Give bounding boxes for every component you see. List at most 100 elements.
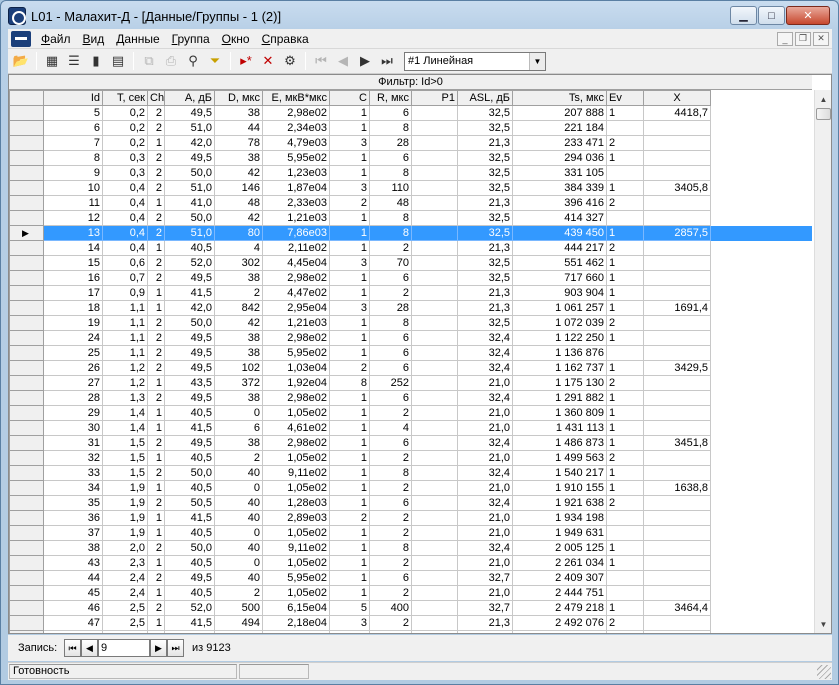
cell-d[interactable]: 38: [214, 105, 263, 121]
cell-a[interactable]: 50,0: [164, 210, 215, 226]
cell-ch[interactable]: 2: [147, 345, 165, 361]
cell-p1[interactable]: [411, 420, 458, 436]
cell-t[interactable]: 0,4: [102, 210, 148, 226]
table-row[interactable]: 26 1,2 2 49,5 102 1,03e04 2 6 32,4 1 162 737 1 3429…: [9, 360, 813, 376]
table-row[interactable]: 24 1,1 2 49,5 38 2,98e02 1 6 32,4 1 122 250 1: [9, 330, 813, 346]
cell-e[interactable]: 2,98e02: [262, 435, 330, 451]
cell-ts[interactable]: 1 921 638: [512, 495, 607, 511]
column-header-x[interactable]: X: [643, 90, 711, 106]
cell-ch[interactable]: 1: [147, 135, 165, 151]
table-row[interactable]: 34 1,9 1 40,5 0 1,05e02 1 2 21,0 1 910 155 1 1638,8: [9, 480, 813, 496]
cell-c[interactable]: 1: [329, 465, 370, 481]
cell-r[interactable]: 6: [369, 330, 412, 346]
cell-x[interactable]: [643, 570, 711, 586]
cell-r[interactable]: 6: [369, 270, 412, 286]
cell-a[interactable]: 49,5: [164, 435, 215, 451]
cell-c[interactable]: 2: [329, 510, 370, 526]
cell-d[interactable]: 302: [214, 255, 263, 271]
last-record-button[interactable]: ⏭: [167, 639, 184, 657]
cell-p1[interactable]: [411, 105, 458, 121]
next-record-icon[interactable]: ▶: [354, 50, 376, 72]
cell-d[interactable]: 78: [214, 135, 263, 151]
cell-t[interactable]: 0,7: [102, 270, 148, 286]
cell-a[interactable]: 51,0: [164, 225, 215, 241]
cell-e[interactable]: 1,28e03: [262, 495, 330, 511]
cell-r[interactable]: 8: [369, 315, 412, 331]
cell-ts[interactable]: 1 360 809: [512, 405, 607, 421]
cell-asl[interactable]: 32,7: [457, 570, 513, 586]
cell-ts[interactable]: 207 888: [512, 105, 607, 121]
table-row[interactable]: 36 1,9 1 41,5 40 2,89e03 2 2 21,0 1 934 198: [9, 510, 813, 526]
cell-c[interactable]: 1: [329, 270, 370, 286]
table-row[interactable]: 38 2,0 2 50,0 40 9,11e02 1 8 32,4 2 005 125 1: [9, 540, 813, 556]
row-indicator[interactable]: [9, 600, 44, 616]
cell-asl[interactable]: 32,5: [457, 315, 513, 331]
cell-e[interactable]: 1,92e04: [262, 375, 330, 391]
cell-t[interactable]: 2,4: [102, 570, 148, 586]
cell-id[interactable]: 31: [43, 435, 103, 451]
table-row[interactable]: 44 2,4 2 49,5 40 5,95e02 1 6 32,7 2 409 307: [9, 570, 813, 586]
cell-x[interactable]: [643, 195, 711, 211]
cell-asl[interactable]: 32,5: [457, 180, 513, 196]
close-button[interactable]: ✕: [786, 6, 830, 25]
cell-e[interactable]: 2,34e03: [262, 120, 330, 136]
cell-r[interactable]: 2: [369, 555, 412, 571]
cell-ev[interactable]: 1: [606, 150, 644, 166]
cell-r[interactable]: 6: [369, 105, 412, 121]
cell-e[interactable]: 1,05e02: [262, 480, 330, 496]
cell-ts[interactable]: 2 261 034: [512, 555, 607, 571]
cell-p1[interactable]: [411, 495, 458, 511]
cell-asl[interactable]: 21,0: [457, 555, 513, 571]
cell-p1[interactable]: [411, 360, 458, 376]
cell-c[interactable]: 1: [329, 150, 370, 166]
cell-ts[interactable]: 2 409 307: [512, 570, 607, 586]
cell-p1[interactable]: [411, 270, 458, 286]
cell-p1[interactable]: [411, 525, 458, 541]
cell-a[interactable]: 40,5: [164, 525, 215, 541]
cell-t[interactable]: 1,1: [102, 330, 148, 346]
cell-c[interactable]: 3: [329, 135, 370, 151]
cell-c[interactable]: 1: [329, 225, 370, 241]
table-row[interactable]: 32 1,5 1 40,5 2 1,05e02 1 2 21,0 1 499 563 2: [9, 450, 813, 466]
cell-ev[interactable]: [606, 210, 644, 226]
cell-t[interactable]: 0,2: [102, 135, 148, 151]
cell-t[interactable]: 1,1: [102, 300, 148, 316]
cell-ts[interactable]: 1 910 155: [512, 480, 607, 496]
cell-p1[interactable]: [411, 585, 458, 601]
cell-r[interactable]: 4: [369, 420, 412, 436]
cell-c[interactable]: 1: [329, 480, 370, 496]
cell-c[interactable]: 1: [329, 555, 370, 571]
table-row[interactable]: 45 2,4 1 40,5 2 1,05e02 1 2 21,0 2 444 751: [9, 585, 813, 601]
cell-ts[interactable]: 384 339: [512, 180, 607, 196]
row-indicator[interactable]: [9, 240, 44, 256]
cell-id[interactable]: 5: [43, 105, 103, 121]
cell-ch[interactable]: 1: [147, 300, 165, 316]
cell-e[interactable]: 6,15e04: [262, 600, 330, 616]
cell-c[interactable]: 1: [329, 540, 370, 556]
row-indicator[interactable]: [9, 510, 44, 526]
cell-d[interactable]: 494: [214, 615, 263, 631]
cell-asl[interactable]: 21,0: [457, 510, 513, 526]
cell-ch[interactable]: 1: [147, 630, 165, 633]
cell-r[interactable]: 8: [369, 540, 412, 556]
cell-c[interactable]: 3: [329, 300, 370, 316]
cell-a[interactable]: 42,0: [164, 135, 215, 151]
properties-icon[interactable]: ⚙: [279, 50, 301, 72]
cell-a[interactable]: 49,5: [164, 270, 215, 286]
menu-group[interactable]: Группа: [166, 32, 216, 46]
cell-p1[interactable]: [411, 345, 458, 361]
row-indicator[interactable]: [9, 450, 44, 466]
cell-asl[interactable]: 21,3: [457, 135, 513, 151]
copy-icon[interactable]: ⧉: [138, 50, 160, 72]
cell-d[interactable]: 4: [214, 240, 263, 256]
cell-p1[interactable]: [411, 540, 458, 556]
cell-c[interactable]: 1: [329, 495, 370, 511]
cell-x[interactable]: [643, 555, 711, 571]
scroll-down-icon[interactable]: ▼: [816, 616, 831, 632]
cell-p1[interactable]: [411, 300, 458, 316]
cell-a[interactable]: 40,5: [164, 555, 215, 571]
cell-p1[interactable]: [411, 210, 458, 226]
cell-x[interactable]: [643, 375, 711, 391]
cell-e[interactable]: 1,05e02: [262, 585, 330, 601]
cell-id[interactable]: 32: [43, 450, 103, 466]
